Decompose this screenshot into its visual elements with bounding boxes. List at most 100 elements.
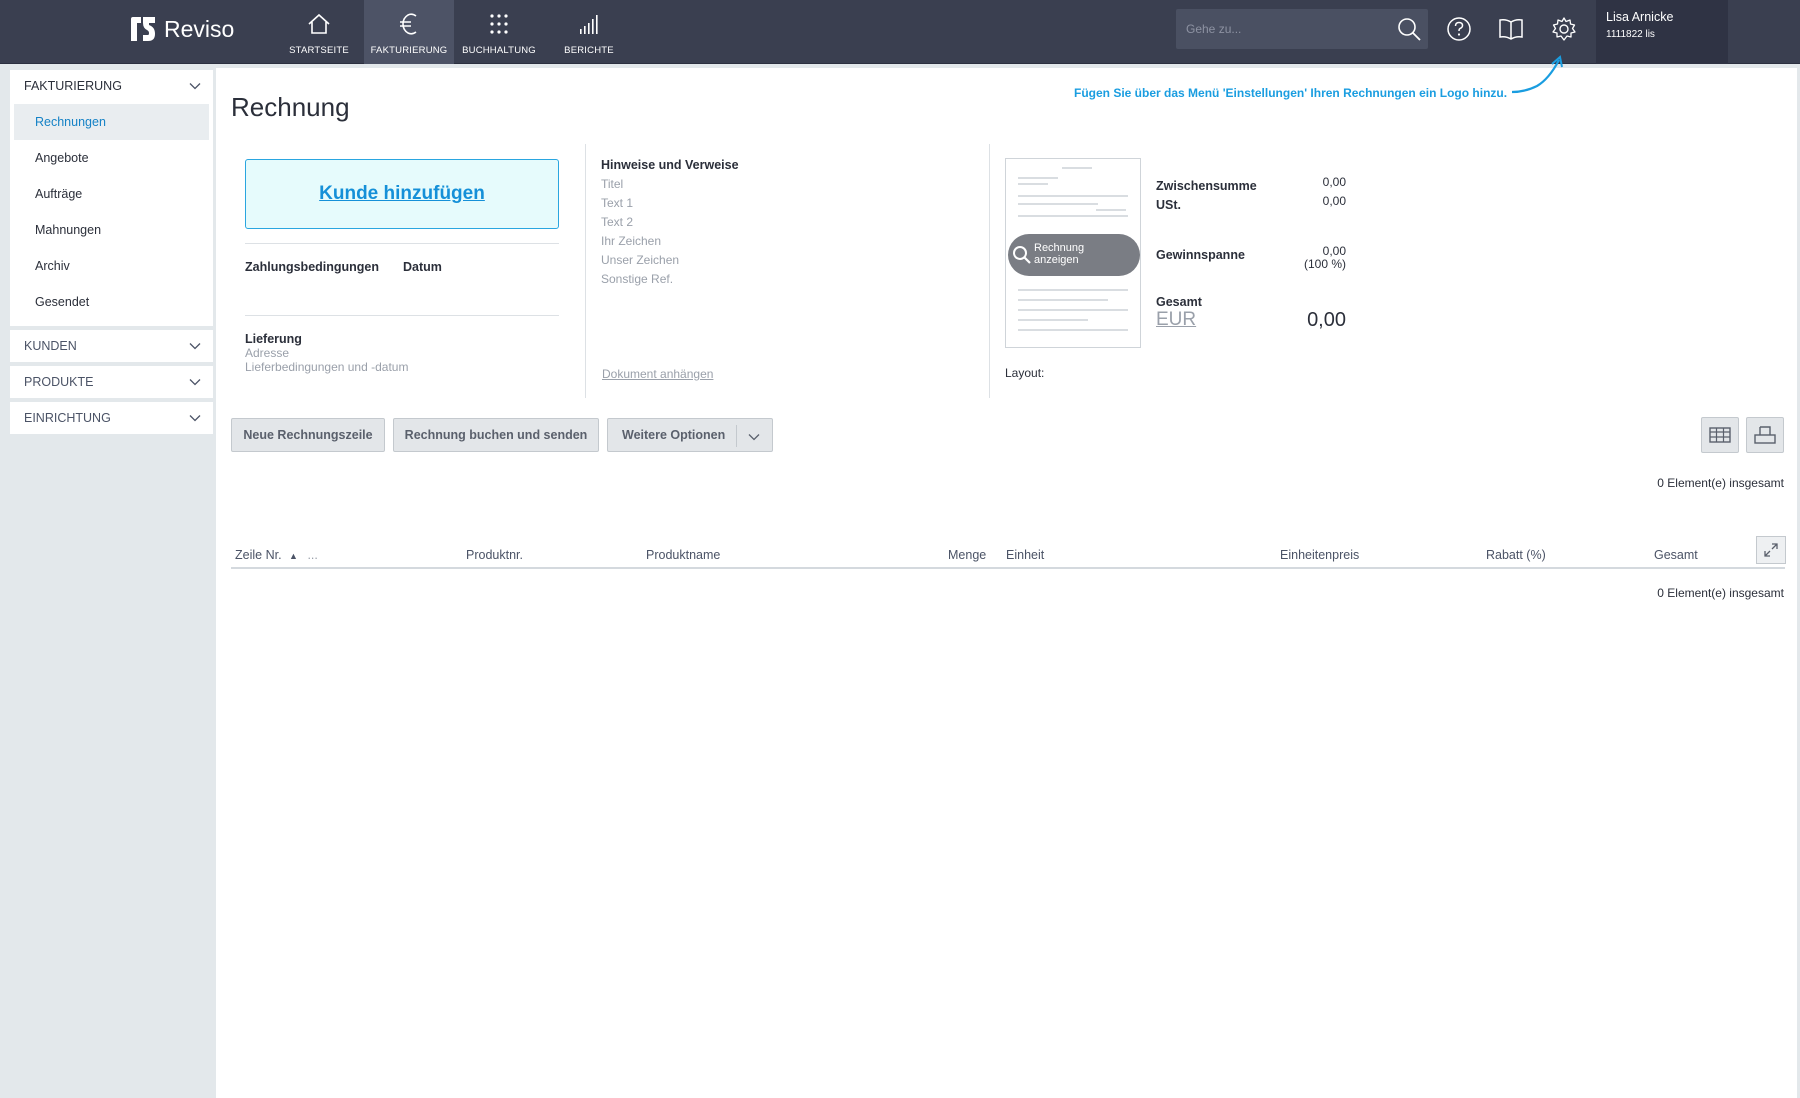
logo-hint: Fügen Sie über das Menü 'Einstellungen' … <box>1074 86 1508 100</box>
table-header-divider <box>231 567 1785 569</box>
item-count-bottom: 0 Element(e) insgesamt <box>1657 586 1784 600</box>
table-icon <box>1709 427 1731 443</box>
sidebar-header-einrichtung[interactable]: EINRICHTUNG <box>10 402 213 434</box>
magnifier-icon <box>1013 246 1031 264</box>
column-quantity[interactable]: Menge <box>948 548 986 562</box>
search-icon[interactable] <box>1396 16 1422 42</box>
nav-berichte[interactable]: BERICHTE <box>544 0 634 64</box>
currency-link[interactable]: EUR <box>1156 309 1196 331</box>
item-count-top: 0 Element(e) insgesamt <box>1657 476 1784 490</box>
sidebar-item-auftraege[interactable]: Aufträge <box>14 176 209 212</box>
nav-buchhaltung[interactable]: BUCHHALTUNG <box>454 0 544 64</box>
expand-table-button[interactable] <box>1756 536 1786 564</box>
bar-chart-icon <box>580 15 598 34</box>
sidebar-item-gesendet[interactable]: Gesendet <box>14 284 209 320</box>
print-icon <box>1754 426 1776 444</box>
sidebar-item-mahnungen[interactable]: Mahnungen <box>14 212 209 248</box>
book-and-send-button[interactable]: Rechnung buchen und senden <box>393 418 599 452</box>
sidebar-section-fakturierung: FAKTURIERUNG Rechnungen Angebote Aufträg… <box>10 70 213 326</box>
column-more[interactable]: ... <box>307 548 317 562</box>
column-divider <box>989 144 990 398</box>
search-box <box>1176 9 1428 49</box>
total-label: Gesamt <box>1156 295 1202 309</box>
table-view-button[interactable] <box>1701 417 1739 453</box>
notes-field-text1[interactable]: Text 1 <box>601 196 633 210</box>
column-divider <box>585 144 586 398</box>
delivery-address-field[interactable]: Adresse <box>245 346 289 360</box>
sidebar: FAKTURIERUNG Rechnungen Angebote Aufträg… <box>10 70 213 438</box>
sidebar-header-label: KUNDEN <box>24 339 77 353</box>
nav-startseite[interactable]: STARTSEITE <box>274 0 364 64</box>
nav-label: FAKTURIERUNG <box>370 45 448 56</box>
attach-document-link[interactable]: Dokument anhängen <box>602 367 713 381</box>
add-customer-button[interactable]: Kunde hinzufügen <box>245 159 559 229</box>
show-invoice-preview-button[interactable]: Rechnung anzeigen <box>1008 234 1140 276</box>
sidebar-header-produkte[interactable]: PRODUKTE <box>10 366 213 398</box>
user-menu[interactable]: Lisa Arnicke 1111822 lis <box>1596 0 1728 64</box>
gear-icon[interactable] <box>1550 15 1578 43</box>
column-product-no[interactable]: Produktnr. <box>466 548 523 562</box>
more-options-dropdown[interactable]: Weitere Optionen <box>607 418 773 452</box>
nav-label: STARTSEITE <box>289 45 349 56</box>
sidebar-section-kunden: KUNDEN <box>10 330 213 362</box>
column-line-no-label: Zeile Nr. <box>235 548 282 562</box>
split-divider <box>736 425 737 447</box>
vat-value: 0,00 <box>1322 194 1346 208</box>
column-discount[interactable]: Rabatt (%) <box>1486 548 1546 562</box>
notes-field-text2[interactable]: Text 2 <box>601 215 633 229</box>
notes-field-titel[interactable]: Titel <box>601 177 623 191</box>
chevron-down-icon <box>189 83 201 90</box>
margin-label: Gewinnspanne <box>1156 248 1245 262</box>
divider <box>245 243 559 244</box>
sidebar-header-fakturierung[interactable]: FAKTURIERUNG <box>10 70 213 102</box>
margin-value: 0,00 <box>1322 244 1346 258</box>
chevron-down-icon <box>748 434 760 441</box>
sidebar-items: Rechnungen Angebote Aufträge Mahnungen A… <box>10 102 213 326</box>
euro-icon <box>400 13 417 35</box>
payment-terms-label[interactable]: Zahlungsbedingungen <box>245 260 379 274</box>
sidebar-item-angebote[interactable]: Angebote <box>14 140 209 176</box>
notes-field-unser-zeichen[interactable]: Unser Zeichen <box>601 253 679 267</box>
column-unit-price[interactable]: Einheitenpreis <box>1280 548 1359 562</box>
preview-label-line2: anzeigen <box>1034 254 1079 266</box>
notes-title: Hinweise und Verweise <box>601 158 739 172</box>
divider <box>245 315 559 316</box>
layout-label[interactable]: Layout: <box>1005 366 1044 380</box>
main-nav: STARTSEITE FAKTURIERUNG BUCHHALTUNG BERI… <box>274 0 634 64</box>
nav-fakturierung[interactable]: FAKTURIERUNG <box>364 0 454 64</box>
notes-field-ihr-zeichen[interactable]: Ihr Zeichen <box>601 234 661 248</box>
user-id: 1111822 lis <box>1606 29 1655 40</box>
logo-text: Reviso <box>164 15 235 42</box>
nav-label: BUCHHALTUNG <box>462 45 536 56</box>
more-options-label: Weitere Optionen <box>622 428 726 442</box>
subtotal-value: 0,00 <box>1322 175 1346 189</box>
sidebar-section-produkte: PRODUKTE <box>10 366 213 398</box>
sidebar-section-einrichtung: EINRICHTUNG <box>10 402 213 434</box>
sidebar-item-archiv[interactable]: Archiv <box>14 248 209 284</box>
delivery-label[interactable]: Lieferung <box>245 332 302 346</box>
column-unit[interactable]: Einheit <box>1006 548 1044 562</box>
sidebar-header-label: PRODUKTE <box>24 375 94 389</box>
notes-field-sonstige-ref[interactable]: Sonstige Ref. <box>601 272 673 286</box>
new-invoice-line-button[interactable]: Neue Rechnungszeile <box>231 418 385 452</box>
column-total[interactable]: Gesamt <box>1654 548 1698 562</box>
column-line-no[interactable]: Zeile Nr. ▲ ... <box>235 548 318 562</box>
nav-label: BERICHTE <box>564 45 614 56</box>
user-name: Lisa Arnicke <box>1606 10 1674 24</box>
subtotal-label: Zwischensumme <box>1156 179 1257 193</box>
date-label[interactable]: Datum <box>403 260 442 274</box>
reviso-logo-icon <box>131 17 155 41</box>
sidebar-header-label: FAKTURIERUNG <box>24 79 122 93</box>
vat-label: USt. <box>1156 198 1181 212</box>
sidebar-item-rechnungen[interactable]: Rechnungen <box>14 104 209 140</box>
print-button[interactable] <box>1746 417 1784 453</box>
column-product-name[interactable]: Produktname <box>646 548 720 562</box>
book-icon[interactable] <box>1497 15 1525 43</box>
margin-percent: (100 %) <box>1303 257 1346 271</box>
delivery-terms-field[interactable]: Lieferbedingungen und -datum <box>245 360 408 374</box>
reviso-logo[interactable]: Reviso <box>128 14 234 44</box>
search-input[interactable] <box>1186 19 1386 39</box>
chevron-down-icon <box>189 415 201 422</box>
help-icon[interactable] <box>1445 15 1473 43</box>
sidebar-header-kunden[interactable]: KUNDEN <box>10 330 213 362</box>
